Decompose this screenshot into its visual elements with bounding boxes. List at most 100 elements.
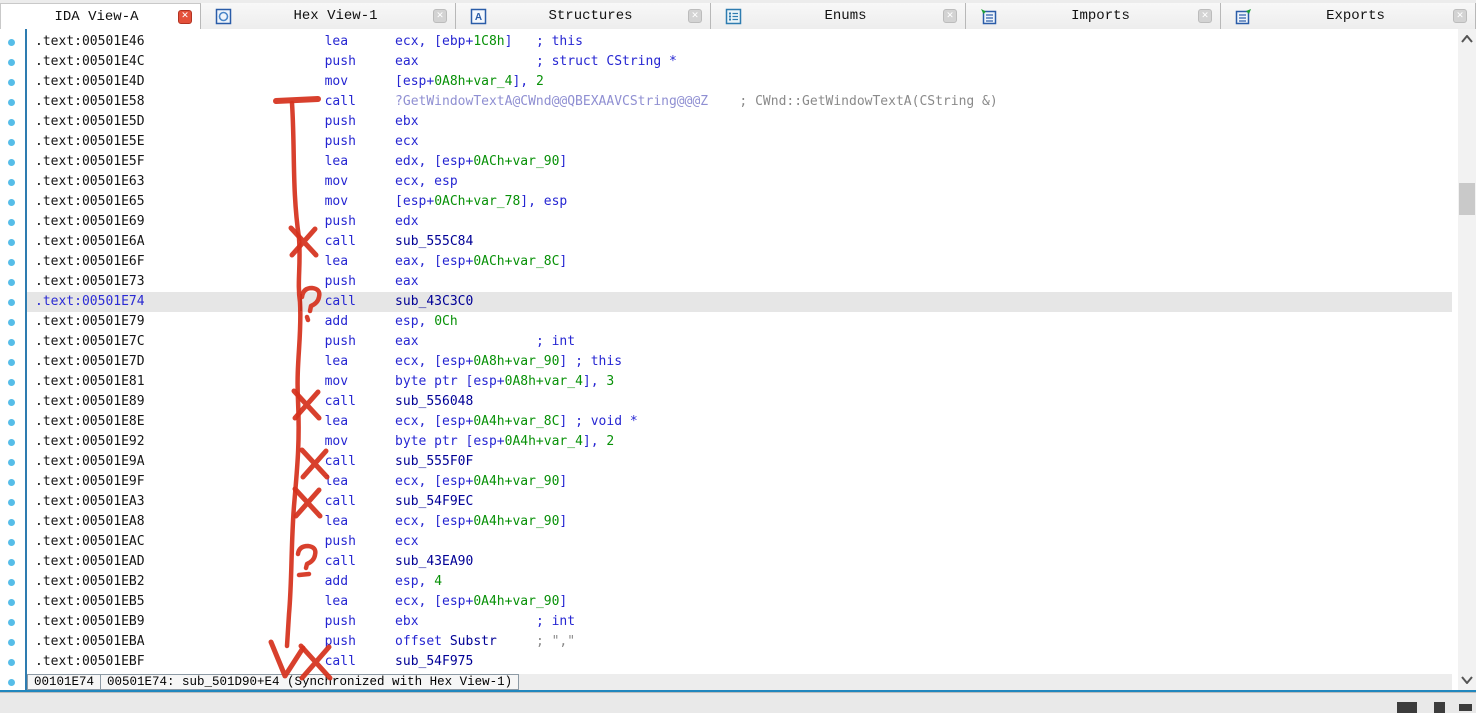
address: .text:00501E69 <box>35 214 325 229</box>
asm-line[interactable]: .text:00501E74 call sub_43C3C0 <box>27 292 1452 312</box>
line-marker-dot-icon <box>8 539 15 546</box>
address: .text:00501E65 <box>35 194 325 209</box>
text-caret <box>300 294 302 311</box>
close-icon[interactable]: ✕ <box>688 9 702 23</box>
line-prefix-gutter <box>0 29 27 690</box>
address: .text:00501E7C <box>35 334 325 349</box>
line-marker-dot-icon <box>8 399 15 406</box>
asm-line[interactable]: .text:00501EB5 lea ecx, [esp+0A4h+var_90… <box>27 592 1452 612</box>
taskbar-icon[interactable] <box>1434 702 1445 713</box>
asm-line[interactable]: .text:00501E89 call sub_556048 <box>27 392 1452 412</box>
asm-line[interactable]: .text:00501EA3 call sub_54F9EC <box>27 492 1452 512</box>
asm-line[interactable]: .text:00501E9A call sub_555F0F <box>27 452 1452 472</box>
taskbar-icon[interactable] <box>1397 702 1417 713</box>
line-marker-dot-icon <box>8 279 15 286</box>
exports-icon <box>1235 8 1252 25</box>
close-icon[interactable]: ✕ <box>943 9 957 23</box>
address: .text:00501E8E <box>35 414 325 429</box>
address: .text:00501E4D <box>35 74 325 89</box>
asm-line[interactable]: .text:00501EBF call sub_54F975 <box>27 652 1452 672</box>
line-marker-dot-icon <box>8 559 15 566</box>
line-marker-dot-icon <box>8 459 15 466</box>
scrollbar-thumb[interactable] <box>1459 183 1475 215</box>
vertical-scrollbar[interactable] <box>1458 29 1476 690</box>
tab-enums[interactable]: Enums ✕ <box>711 3 966 29</box>
line-marker-dot-icon <box>8 679 15 686</box>
line-marker-dot-icon <box>8 139 15 146</box>
scroll-down-icon[interactable] <box>1458 672 1476 688</box>
asm-line[interactable]: .text:00501EB9 push ebx ; int <box>27 612 1452 632</box>
line-marker-dot-icon <box>8 499 15 506</box>
tab-structures[interactable]: A Structures ✕ <box>456 3 711 29</box>
tab-exports[interactable]: Exports ✕ <box>1221 3 1476 29</box>
tab-hex-view-1[interactable]: Hex View-1 ✕ <box>201 3 456 29</box>
line-marker-dot-icon <box>8 319 15 326</box>
address: .text:00501E6F <box>35 254 325 269</box>
address: .text:00501E9A <box>35 454 325 469</box>
tab-imports[interactable]: Imports ✕ <box>966 3 1221 29</box>
asm-line[interactable]: .text:00501E79 add esp, 0Ch <box>27 312 1452 332</box>
tab-ida-view-a[interactable]: IDA View-A ✕ <box>0 3 201 29</box>
line-marker-dot-icon <box>8 299 15 306</box>
address: .text:00501EA8 <box>35 514 325 529</box>
close-icon[interactable]: ✕ <box>1198 9 1212 23</box>
address: .text:00501E92 <box>35 434 325 449</box>
address: .text:00501EB9 <box>35 614 325 629</box>
address: .text:00501E6A <box>35 234 325 249</box>
asm-line[interactable]: .text:00501E5F lea edx, [esp+0ACh+var_90… <box>27 152 1452 172</box>
line-marker-dot-icon <box>8 119 15 126</box>
asm-line[interactable]: .text:00501E6A call sub_555C84 <box>27 232 1452 252</box>
tab-label: Enums <box>748 8 943 24</box>
address: .text:00501EBF <box>35 654 325 669</box>
asm-line[interactable]: .text:00501E58 call ?GetWindowTextA@CWnd… <box>27 92 1452 112</box>
close-icon[interactable]: ✕ <box>433 9 447 23</box>
scroll-up-icon[interactable] <box>1458 31 1476 47</box>
disassembly-listing: .text:00501E46 lea ecx, [ebp+1C8h] ; thi… <box>27 29 1452 674</box>
asm-line[interactable]: .text:00501E6F lea eax, [esp+0ACh+var_8C… <box>27 252 1452 272</box>
address: .text:00501E4C <box>35 54 325 69</box>
asm-line[interactable]: .text:00501E5E push ecx <box>27 132 1452 152</box>
asm-line[interactable]: .text:00501E7C push eax ; int <box>27 332 1452 352</box>
file-offset-indicator: 00101E74 <box>28 675 100 689</box>
taskbar-icon[interactable] <box>1459 704 1472 711</box>
asm-line[interactable]: .text:00501EAD call sub_43EA90 <box>27 552 1452 572</box>
line-marker-dot-icon <box>8 59 15 66</box>
line-marker-dot-icon <box>8 419 15 426</box>
line-marker-dot-icon <box>8 79 15 86</box>
line-marker-dot-icon <box>8 99 15 106</box>
address: .text:00501E79 <box>35 314 325 329</box>
asm-line[interactable]: .text:00501E9F lea ecx, [esp+0A4h+var_90… <box>27 472 1452 492</box>
asm-line[interactable]: .text:00501E46 lea ecx, [ebp+1C8h] ; thi… <box>27 32 1452 52</box>
asm-line[interactable]: .text:00501E65 mov [esp+0ACh+var_78], es… <box>27 192 1452 212</box>
line-marker-dot-icon <box>8 479 15 486</box>
asm-line[interactable]: .text:00501E69 push edx <box>27 212 1452 232</box>
address: .text:00501E81 <box>35 374 325 389</box>
line-marker-dot-icon <box>8 359 15 366</box>
asm-line[interactable]: .text:00501E5D push ebx <box>27 112 1452 132</box>
line-marker-dot-icon <box>8 159 15 166</box>
enums-icon <box>725 8 742 25</box>
address: .text:00501E5F <box>35 154 325 169</box>
tab-label: Exports <box>1258 8 1453 24</box>
asm-line[interactable]: .text:00501E4D mov [esp+0A8h+var_4], 2 <box>27 72 1452 92</box>
address: .text:00501E5D <box>35 114 325 129</box>
asm-line[interactable]: .text:00501EBA push offset Substr ; "," <box>27 632 1452 652</box>
address: .text:00501E9F <box>35 474 325 489</box>
asm-line[interactable]: .text:00501EA8 lea ecx, [esp+0A4h+var_90… <box>27 512 1452 532</box>
address: .text:00501EA3 <box>35 494 325 509</box>
address: .text:00501E7D <box>35 354 325 369</box>
asm-line[interactable]: .text:00501EB2 add esp, 4 <box>27 572 1452 592</box>
address: .text:00501EAD <box>35 554 325 569</box>
asm-line[interactable]: .text:00501E92 mov byte ptr [esp+0A4h+va… <box>27 432 1452 452</box>
line-marker-dot-icon <box>8 199 15 206</box>
asm-line[interactable]: .text:00501E63 mov ecx, esp <box>27 172 1452 192</box>
asm-line[interactable]: .text:00501E4C push eax ; struct CString… <box>27 52 1452 72</box>
asm-line[interactable]: .text:00501E81 mov byte ptr [esp+0A8h+va… <box>27 372 1452 392</box>
asm-line[interactable]: .text:00501EAC push ecx <box>27 532 1452 552</box>
line-marker-dot-icon <box>8 259 15 266</box>
asm-line[interactable]: .text:00501E7D lea ecx, [esp+0A8h+var_90… <box>27 352 1452 372</box>
close-icon[interactable]: ✕ <box>1453 9 1467 23</box>
close-icon[interactable]: ✕ <box>178 10 192 24</box>
asm-line[interactable]: .text:00501E8E lea ecx, [esp+0A4h+var_8C… <box>27 412 1452 432</box>
asm-line[interactable]: .text:00501E73 push eax <box>27 272 1452 292</box>
